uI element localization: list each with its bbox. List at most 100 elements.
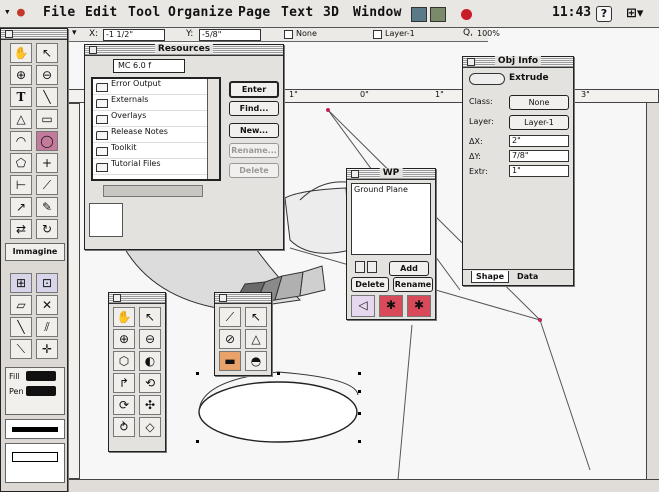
3d-path-tool-icon[interactable]: ╲: [10, 317, 32, 337]
delete-button[interactable]: Delete: [229, 163, 279, 178]
list-item[interactable]: Overlays: [93, 111, 219, 127]
move-tool-icon[interactable]: ✣: [139, 395, 161, 415]
eyedropper-tool-icon[interactable]: ✎: [36, 197, 58, 217]
line-weight-control[interactable]: [5, 419, 65, 439]
list-item[interactable]: Release Notes: [93, 127, 219, 143]
view-mode-icon[interactable]: [469, 73, 505, 85]
3d-line-tool-icon[interactable]: ✕: [36, 295, 58, 315]
line-tool-icon[interactable]: ╲: [36, 87, 58, 107]
tab-data[interactable]: Data: [517, 272, 538, 281]
fillet-tool-icon[interactable]: ↗: [10, 197, 32, 217]
walkthrough-tool-icon[interactable]: ⟲: [139, 373, 161, 393]
hand-tool-icon[interactable]: ✋: [113, 307, 135, 327]
rename-plane-button[interactable]: Rename: [393, 277, 433, 292]
triangle-tool-icon[interactable]: △: [245, 329, 267, 349]
rename-button[interactable]: Rename...: [229, 143, 279, 158]
hand-tool-icon[interactable]: ✋: [10, 43, 32, 63]
delete-plane-button[interactable]: Delete: [351, 277, 389, 292]
triangle-tool-icon[interactable]: △: [10, 109, 32, 129]
close-icon[interactable]: [5, 30, 13, 38]
close-icon[interactable]: [351, 170, 359, 178]
plane-view-icon[interactable]: ◁: [351, 295, 375, 317]
locus-tool-icon[interactable]: +: [36, 153, 58, 173]
resource-type-bar[interactable]: [103, 185, 203, 197]
polygon-tool-icon[interactable]: ⬠: [10, 153, 32, 173]
zoom-in-icon[interactable]: ⊕: [113, 329, 135, 349]
layer-popup-icon[interactable]: [373, 30, 382, 39]
ruler-tool-icon[interactable]: ▬: [219, 351, 241, 371]
list-item[interactable]: Toolkit: [93, 143, 219, 159]
fill-swatch[interactable]: [26, 371, 56, 381]
oval-tool-icon[interactable]: ◯: [36, 131, 58, 151]
resource-file-popup[interactable]: MC 6.0 f: [113, 59, 185, 73]
translate-tool-icon[interactable]: ⟳: [113, 395, 135, 415]
object-type: Extrude: [509, 73, 549, 83]
pointer-tool-icon[interactable]: ↖: [36, 43, 58, 63]
3d-rect-tool-icon[interactable]: ▱: [10, 295, 32, 315]
x-coordinate-field[interactable]: -1 1/2": [103, 29, 165, 41]
plane-set-icon[interactable]: ✱: [379, 295, 403, 317]
mirror-tool-icon[interactable]: ⇄: [10, 219, 32, 239]
find-button[interactable]: Find...: [229, 101, 279, 116]
circle-slash-icon[interactable]: ⊘: [219, 329, 241, 349]
select-tool-icon[interactable]: ↖: [245, 307, 267, 327]
class-popup[interactable]: None: [296, 29, 317, 38]
dimension-tool-icon[interactable]: ⊢: [10, 175, 32, 195]
new-button[interactable]: New...: [229, 123, 279, 138]
protractor-tool-icon[interactable]: ◓: [245, 351, 267, 371]
class-label: Class:: [469, 97, 493, 106]
reshape-tool-icon[interactable]: ⟋: [219, 307, 241, 327]
arrow-right-icon[interactable]: [367, 261, 377, 273]
cone-tool-icon[interactable]: ◇: [139, 417, 161, 437]
zoom-level[interactable]: 100%: [477, 29, 500, 38]
pointer-tool-icon[interactable]: ↖: [139, 307, 161, 327]
rectangle-tool-icon[interactable]: ▭: [36, 109, 58, 129]
tab-shape[interactable]: Shape: [471, 271, 510, 283]
flyover-tool-icon[interactable]: ↱: [113, 373, 135, 393]
list-item[interactable]: Externals: [93, 95, 219, 111]
rotate-tool-icon[interactable]: ↻: [36, 219, 58, 239]
sphere-tool-icon[interactable]: ◐: [139, 351, 161, 371]
arc-tool-icon[interactable]: ◠: [10, 131, 32, 151]
add-plane-button[interactable]: Add: [389, 261, 429, 276]
close-icon[interactable]: [89, 46, 97, 54]
cube-tool-icon[interactable]: ⬡: [113, 351, 135, 371]
constrain-tool-icon[interactable]: ⟋: [36, 175, 58, 195]
delta-y-field[interactable]: 7/8": [509, 150, 569, 162]
list-item[interactable]: Error Output: [93, 79, 219, 95]
horizontal-scrollbar[interactable]: [68, 479, 659, 492]
list-item[interactable]: Tutorial Files: [93, 159, 219, 175]
3d-poly-tool-icon[interactable]: ⫽: [36, 317, 58, 337]
3d-select-tool-icon[interactable]: ⊞: [10, 273, 32, 293]
extrude-field[interactable]: 1": [509, 165, 569, 177]
close-icon[interactable]: [113, 294, 121, 302]
enter-button[interactable]: Enter: [229, 81, 279, 98]
arrow-style-control[interactable]: [5, 443, 65, 483]
class-popup[interactable]: None: [509, 95, 569, 110]
zoom-out-icon[interactable]: ⊖: [36, 65, 58, 85]
resources-title: Resources: [154, 44, 214, 54]
zoom-icon[interactable]: Q,: [463, 28, 473, 38]
layer-popup[interactable]: Layer-1: [509, 115, 569, 130]
class-popup-icon[interactable]: [284, 30, 293, 39]
rotate-view-icon[interactable]: ⥁: [113, 417, 135, 437]
list-item[interactable]: Ground Plane: [352, 184, 430, 195]
3d-extrude-tool-icon[interactable]: ⟍: [10, 339, 32, 359]
plane-align-icon[interactable]: ✱: [407, 295, 431, 317]
pen-swatch[interactable]: [26, 386, 56, 396]
3d-rotate-tool-icon[interactable]: ⊡: [36, 273, 58, 293]
list-scrollbar[interactable]: [207, 79, 219, 179]
vertical-scrollbar[interactable]: [646, 103, 659, 479]
close-icon[interactable]: [467, 58, 475, 66]
layer-popup[interactable]: Layer-1: [385, 29, 415, 38]
3d-locus-tool-icon[interactable]: ✛: [36, 339, 58, 359]
close-icon[interactable]: [219, 294, 227, 302]
arrow-left-icon[interactable]: [355, 261, 365, 273]
zoom-out-icon[interactable]: ⊖: [139, 329, 161, 349]
zoom-in-icon[interactable]: ⊕: [10, 65, 32, 85]
text-tool-icon[interactable]: T: [10, 87, 32, 107]
palette-label[interactable]: Immagine: [5, 243, 65, 261]
y-coordinate-field[interactable]: -5/8": [199, 29, 261, 41]
delta-x-field[interactable]: 2": [509, 135, 569, 147]
chevron-down-icon[interactable]: ▾: [72, 28, 77, 38]
